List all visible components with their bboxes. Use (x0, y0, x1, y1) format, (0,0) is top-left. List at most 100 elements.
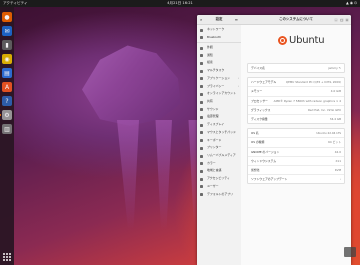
sidebar-item-label: Bluetooth (207, 34, 222, 39)
sidebar-item-icon (200, 170, 203, 174)
info-value: Ubuntu 22.04 LTS (316, 131, 341, 136)
clock[interactable]: 4月21日 16:21 (0, 0, 360, 7)
sidebar-header: ⌕ 設定 ≡ (197, 15, 241, 25)
trash-icon[interactable]: ▥ (2, 124, 12, 134)
info-row: プロセッサー AMD® Ryzen 7 5800h with radeon gra… (248, 97, 344, 106)
thunderbird-icon[interactable]: ✉ (2, 26, 12, 36)
sidebar-item[interactable]: リムーバブルメディア (197, 152, 241, 160)
menu-icon[interactable]: ≡ (235, 15, 238, 24)
sidebar-item-icon (200, 123, 203, 127)
writer-icon[interactable]: ▤ (2, 68, 12, 78)
sidebar-item-icon (200, 46, 203, 50)
ubuntu-logo: Ubuntu (278, 35, 325, 46)
sidebar-item-label: キーボード (207, 137, 222, 142)
sidebar-item-icon (200, 92, 203, 96)
sidebar-item-icon (200, 116, 203, 119)
search-icon[interactable]: ⌕ (200, 15, 202, 24)
sidebar-item[interactable]: プライバシー › (197, 83, 241, 91)
sidebar-item-label: 共有 (207, 98, 213, 103)
sidebar-item[interactable]: アプリケーション › (197, 75, 241, 83)
sidebar-item[interactable]: 共有 (197, 98, 241, 106)
sidebar-item[interactable]: マウスとタッチパッド (197, 129, 241, 137)
sidebar-item[interactable]: 地域と言語 (197, 167, 241, 175)
sidebar-item[interactable]: キーボード (197, 137, 241, 145)
info-row[interactable]: ソフトウェアのアップデート › (248, 175, 344, 183)
sidebar-item[interactable]: デフォルトのアプリ (197, 191, 241, 199)
sidebar-item[interactable]: アクセシビリティ (197, 175, 241, 183)
sidebar-item-label: マルチタスク (207, 68, 225, 73)
rhythmbox-icon[interactable]: ◉ (2, 54, 12, 64)
info-label: OS 名 (251, 131, 259, 136)
sidebar-item-icon (200, 146, 203, 150)
sidebar-item[interactable]: マルチタスク (197, 67, 241, 75)
show-apps-icon[interactable] (3, 253, 11, 261)
info-row: メモリー 4.0 GiB (248, 87, 344, 97)
app-center-icon[interactable]: A (2, 82, 12, 92)
sidebar-item-icon (200, 193, 203, 197)
help-icon[interactable]: ? (2, 96, 12, 106)
info-row: OS の種類 64 ビット (248, 138, 344, 148)
files-icon[interactable]: ▮ (2, 40, 12, 50)
sidebar-item[interactable]: Bluetooth (197, 34, 241, 42)
sidebar-item[interactable]: 検索 (197, 59, 241, 67)
info-value: QEMU Standard PC (Q35 + ICH9, 2009) (285, 80, 341, 85)
sidebar-list: ネットワーク Bluetooth 外観通知 検索 マルチタスクアプリケーション › プライバ… (197, 25, 241, 198)
info-row: ディスク容量 34.4 GB (248, 115, 344, 123)
info-label: プロセッサー (251, 98, 268, 103)
sidebar-item-icon (200, 108, 203, 112)
info-row: ウィンドウシステム X11 (248, 157, 344, 166)
info-label: GNOME のバージョン (251, 149, 280, 154)
minimize-button[interactable]: – (334, 17, 338, 22)
sidebar-item-icon (200, 69, 203, 73)
sidebar-item-icon (200, 162, 203, 166)
sidebar-item-label: アクセシビリティ (207, 176, 230, 181)
sidebar-item[interactable]: 電源管理 (197, 113, 241, 121)
info-label: デバイス名 (251, 66, 265, 70)
panel-title: このシステムについて (279, 17, 313, 21)
sidebar-item-icon (200, 61, 203, 65)
info-value: jammy ✎ (328, 66, 341, 70)
sidebar-item-label: 外観 (207, 44, 213, 49)
info-value: X11 (335, 158, 341, 163)
info-value: 4.0 GiB (330, 89, 341, 94)
info-label: ウィンドウシステム (251, 158, 277, 163)
info-row[interactable]: デバイス名 jammy ✎ (248, 64, 344, 72)
desktop-widget (344, 247, 356, 257)
sidebar-item[interactable]: ユーザー (197, 183, 241, 191)
logo-area: Ubuntu (241, 25, 351, 63)
sidebar-title: 設定 (215, 17, 223, 21)
info-label: ソフトウェアのアップデート (251, 177, 288, 182)
sidebar-item[interactable]: カラー (197, 160, 241, 168)
close-button[interactable]: × (345, 17, 349, 22)
sidebar-item[interactable]: 通知 (197, 52, 241, 60)
sidebar-item-icon (200, 185, 203, 189)
sidebar-item-label: プライバシー (207, 83, 225, 88)
sidebar-item[interactable]: プリンター (197, 144, 241, 152)
info-row: グラフィックス Red Hat, Inc. Virtio GPU (248, 106, 344, 115)
sidebar-item[interactable]: ネットワーク (197, 26, 241, 34)
sidebar-item-label: プリンター (207, 145, 222, 150)
system-status-icons[interactable]: ▲ ◉ ⏻ (346, 0, 357, 7)
sidebar-item-label: カラー (207, 160, 216, 165)
sidebar-item[interactable]: ディスプレイ (197, 121, 241, 129)
sidebar-item[interactable]: オンラインアカウント (197, 90, 241, 98)
running-indicator (0, 114, 1, 116)
sidebar-item-label: サウンド (207, 106, 219, 111)
chevron-right-icon: › (237, 83, 239, 88)
info-row: ハードウェアモデル QEMU Standard PC (Q35 + ICH9, 2… (248, 78, 344, 88)
sidebar-item-label: 電源管理 (207, 114, 219, 119)
sidebar-item[interactable]: 外観 (197, 44, 241, 52)
hardware-card: ハードウェアモデル QEMU Standard PC (Q35 + ICH9, 2… (247, 77, 345, 125)
ubuntu-logo-text: Ubuntu (289, 35, 325, 46)
sidebar-item[interactable]: サウンド (197, 106, 241, 114)
info-value: › (339, 177, 341, 182)
info-value: Red Hat, Inc. Virtio GPU (308, 107, 341, 112)
jellyfish-tentacles (95, 120, 205, 230)
sidebar-item-label: ディスプレイ (207, 122, 225, 127)
settings-window: ⌕ 設定 ≡ ネットワーク Bluetooth 外観通知 検索 マルチタスクアプリケーシ… (197, 15, 351, 265)
maximize-button[interactable]: □ (339, 17, 344, 22)
firefox-icon[interactable]: ● (2, 12, 12, 22)
sidebar-item-icon (200, 85, 203, 89)
settings-icon[interactable]: ⚙ (2, 110, 12, 120)
info-label: OS の種類 (251, 140, 265, 145)
